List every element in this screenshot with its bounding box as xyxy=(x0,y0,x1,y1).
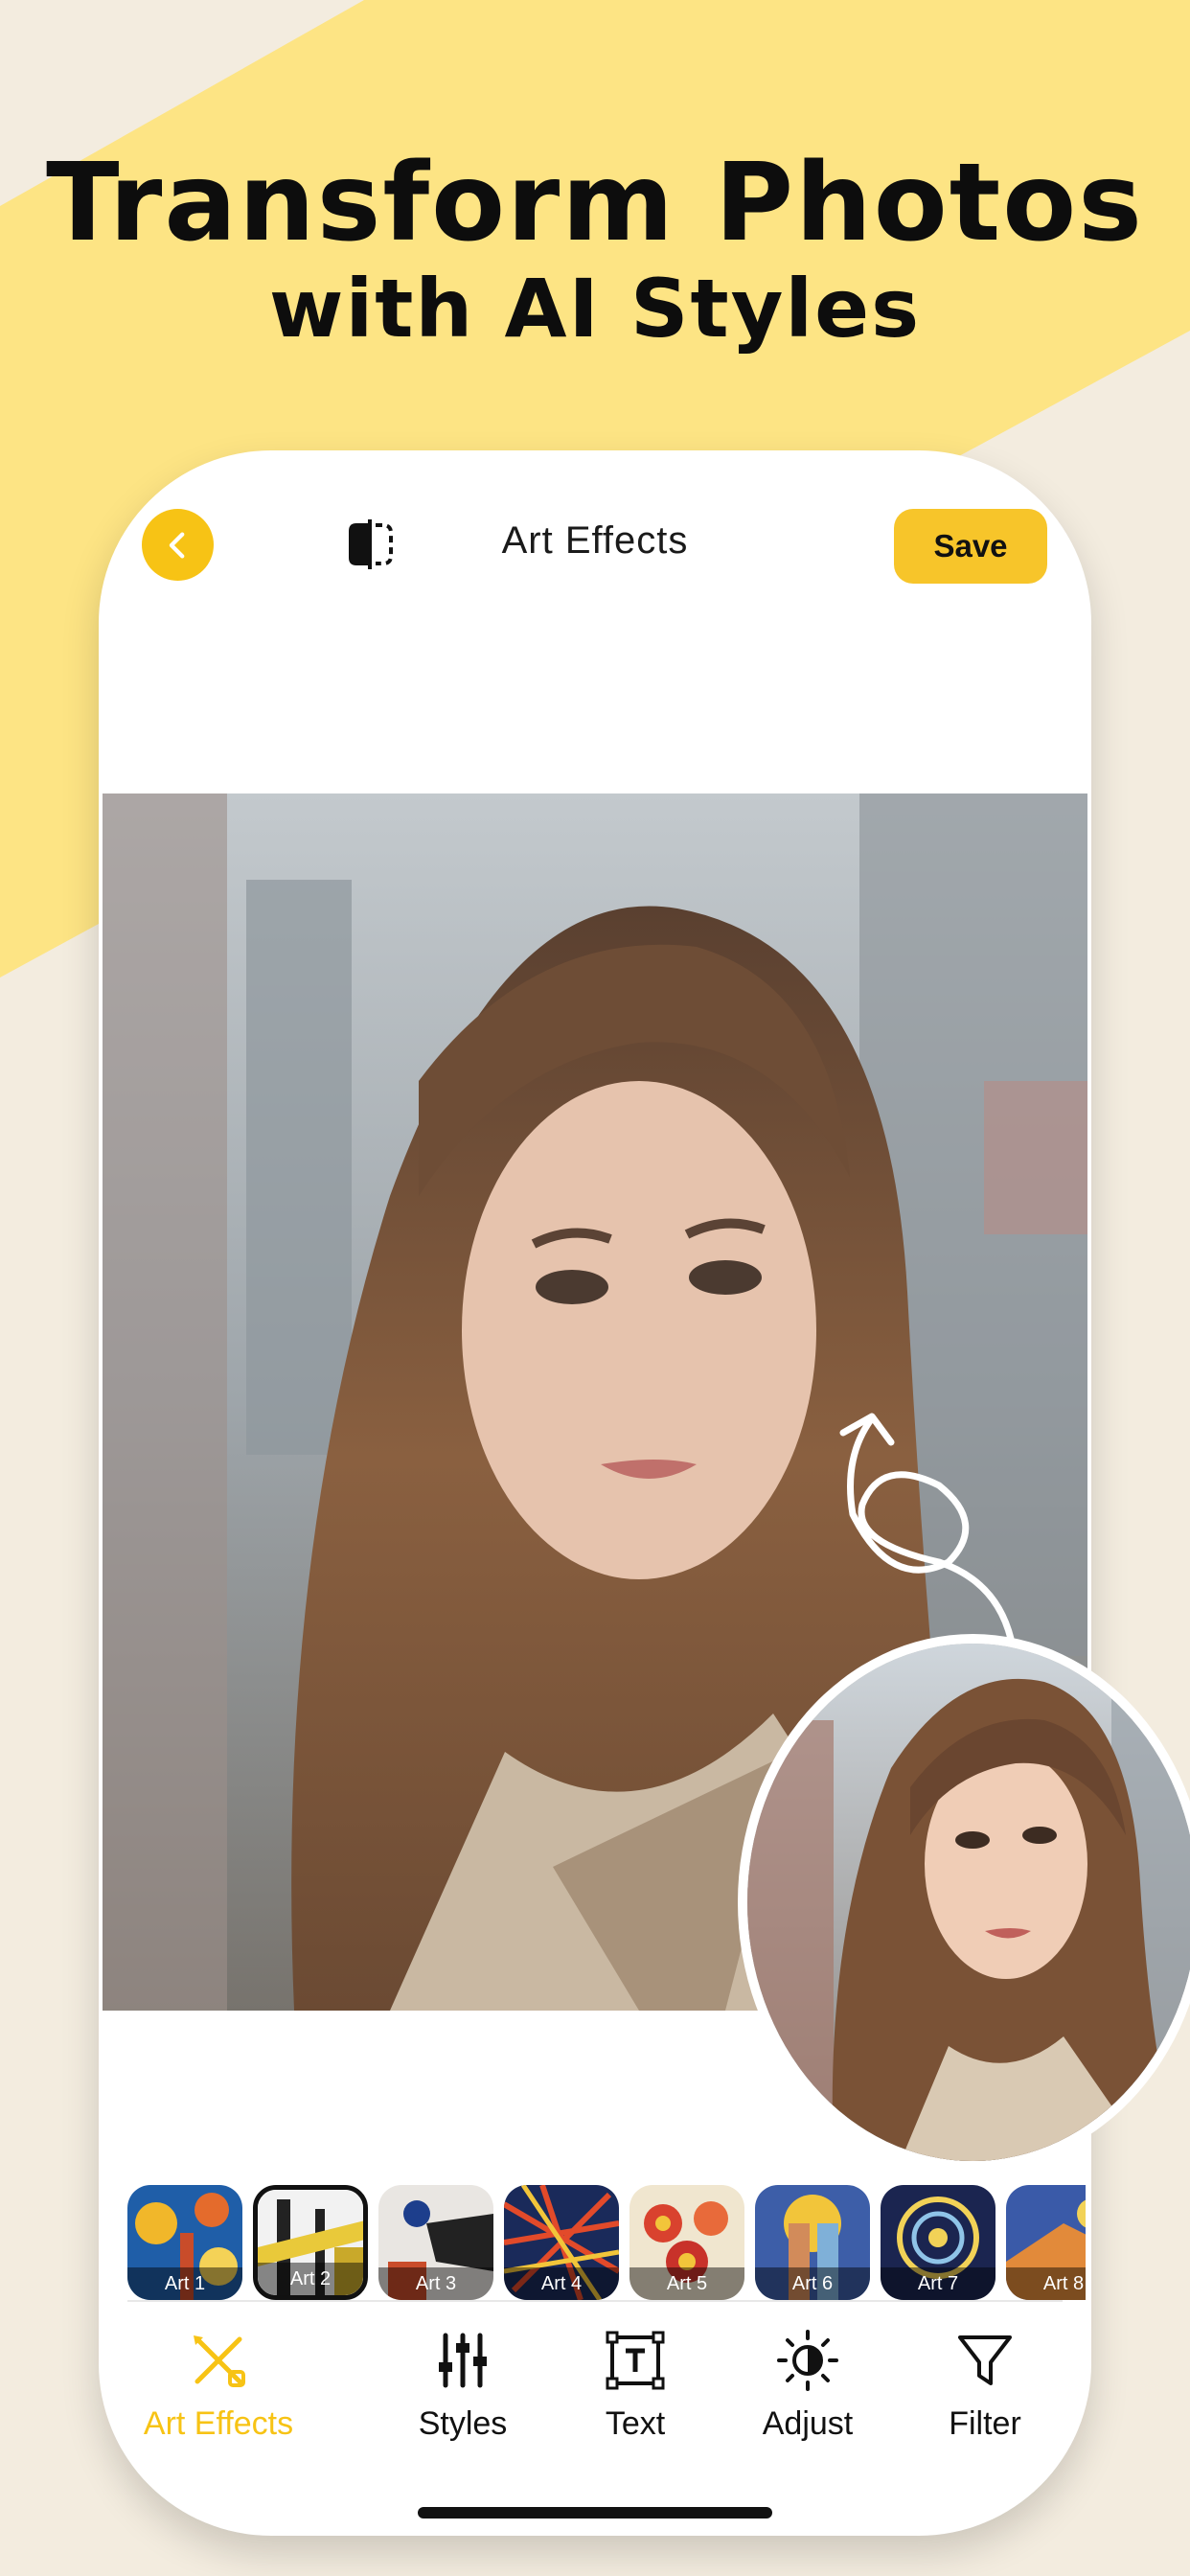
headline-subtitle: with AI Styles xyxy=(268,262,922,356)
style-thumb-label: Art 6 xyxy=(755,2267,870,2300)
tab-label: Styles xyxy=(418,2405,508,2442)
tab-styles[interactable]: Styles xyxy=(386,2319,539,2453)
contrast-icon xyxy=(777,2330,838,2391)
style-thumb-label: Art 4 xyxy=(504,2267,619,2300)
style-thumb-art-3[interactable]: Art 3 xyxy=(378,2185,493,2300)
original-photo-preview xyxy=(738,1634,1190,2171)
curved-arrow-icon xyxy=(839,1413,1015,1643)
tab-adjust[interactable]: Adjust xyxy=(736,2319,880,2453)
tab-art-effects[interactable]: Art Effects xyxy=(137,2319,300,2453)
tab-label: Art Effects xyxy=(143,2405,294,2442)
style-thumb-label: Art 5 xyxy=(629,2267,744,2300)
tab-label: Filter xyxy=(949,2405,1021,2442)
funnel-icon xyxy=(958,2335,1012,2385)
style-thumb-art-6[interactable]: Art 6 xyxy=(755,2185,870,2300)
bottom-toolbar: Art Effects Styles Text Adjust Filter xyxy=(99,2319,1091,2453)
headline-title: Transform Photos xyxy=(46,141,1144,265)
style-thumb-label: Art 3 xyxy=(378,2267,493,2300)
style-thumb-art-2[interactable]: Art 2 xyxy=(253,2185,368,2300)
brush-pencil-icon xyxy=(194,2335,245,2387)
style-thumb-art-5[interactable]: Art 5 xyxy=(629,2185,744,2300)
style-thumb-label: Art 8 xyxy=(1006,2267,1086,2300)
style-thumb-label: Art 2 xyxy=(258,2263,363,2295)
tab-text[interactable]: Text xyxy=(568,2319,702,2453)
tab-filter[interactable]: Filter xyxy=(918,2319,1052,2453)
style-thumb-art-4[interactable]: Art 4 xyxy=(504,2185,619,2300)
style-thumb-label: Art 1 xyxy=(127,2267,242,2300)
sliders-icon xyxy=(439,2333,487,2388)
top-bar: Art Effects Save xyxy=(99,450,1091,632)
headline: Transform Photos with AI Styles xyxy=(0,144,1190,355)
tab-label: Text xyxy=(605,2405,666,2442)
thumb-divider xyxy=(127,2300,1063,2302)
style-thumb-art-1[interactable]: Art 1 xyxy=(127,2185,242,2300)
style-thumb-label: Art 7 xyxy=(881,2267,995,2300)
original-portrait-image xyxy=(747,1644,1190,2161)
style-thumbnails: Art 1 Art 2 Art 3 Art 4 Art 5 Art 6 Art … xyxy=(127,2185,1086,2308)
home-indicator xyxy=(418,2507,772,2518)
text-box-icon xyxy=(606,2331,665,2390)
style-thumb-art-8[interactable]: Art 8 xyxy=(1006,2185,1086,2300)
save-button[interactable]: Save xyxy=(894,509,1047,584)
tab-label: Adjust xyxy=(762,2405,854,2442)
style-thumb-art-7[interactable]: Art 7 xyxy=(881,2185,995,2300)
